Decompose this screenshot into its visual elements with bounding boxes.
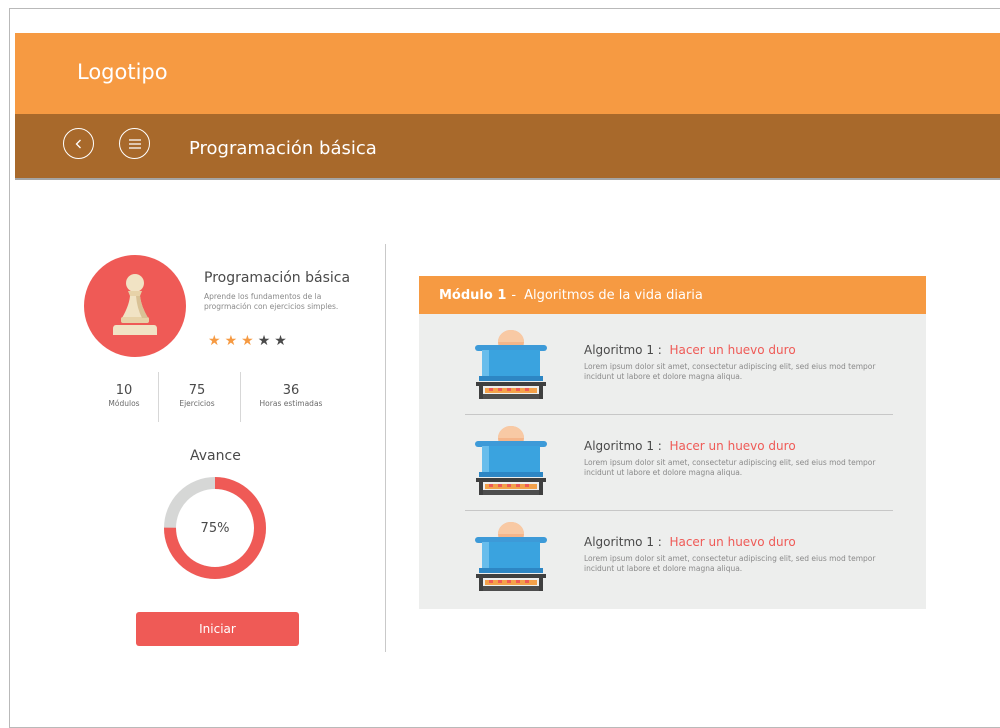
algorithm-item[interactable]: Algoritmo 1 : Hacer un huevo duro Lorem … <box>465 328 895 424</box>
algorithm-prefix: Algoritmo 1 : <box>584 439 662 453</box>
module-name: Algoritmos de la vida diaria <box>524 287 703 303</box>
pot-egg-stove-icon <box>475 330 547 399</box>
star-filled-icon: ★ <box>208 333 221 349</box>
module-separator: - <box>511 287 517 303</box>
module-panel: Módulo 1 - Algoritmos de la vida diaria … <box>419 276 926 609</box>
algorithm-divider <box>465 510 893 511</box>
algorithm-name[interactable]: Hacer un huevo duro <box>669 439 795 453</box>
algorithm-description: Lorem ipsum dolor sit amet, consectetur … <box>584 362 876 381</box>
logo[interactable]: Logotipo <box>77 60 168 84</box>
pot-egg-stove-icon <box>475 522 547 591</box>
menu-button[interactable] <box>119 128 150 159</box>
module-number: Módulo 1 <box>439 287 507 303</box>
menu-icon <box>128 138 141 149</box>
rating-stars: ★ ★ ★ ★ ★ <box>208 334 287 348</box>
stat-value: 75 <box>188 383 206 398</box>
algorithm-name[interactable]: Hacer un huevo duro <box>669 343 795 357</box>
stat-exercises: 75 Ejercicios <box>164 383 230 409</box>
top-header: Logotipo <box>15 33 1000 114</box>
course-avatar <box>84 255 186 357</box>
algorithm-divider <box>465 414 893 415</box>
pot-egg-stove-icon <box>475 426 547 495</box>
star-empty-icon: ★ <box>257 333 271 349</box>
column-divider <box>385 244 386 652</box>
algorithm-title: Algoritmo 1 : Hacer un huevo duro <box>584 343 796 357</box>
algorithm-title: Algoritmo 1 : Hacer un huevo duro <box>584 535 796 549</box>
back-button[interactable] <box>63 128 94 159</box>
chevron-left-icon <box>75 139 81 148</box>
start-button[interactable]: Iniciar <box>136 612 299 646</box>
module-header[interactable]: Módulo 1 - Algoritmos de la vida diaria <box>419 276 926 314</box>
star-filled-icon: ★ <box>224 333 238 349</box>
stat-label: Ejercicios <box>179 399 215 408</box>
algorithm-name[interactable]: Hacer un huevo duro <box>669 535 795 549</box>
stat-divider <box>158 372 159 422</box>
algorithm-description: Lorem ipsum dolor sit amet, consectetur … <box>584 554 876 573</box>
progress-percent: 75% <box>200 520 230 536</box>
stat-hours: 36 Horas estimadas <box>246 383 336 409</box>
page-title: Programación básica <box>189 138 377 159</box>
stat-value: 36 <box>282 383 300 398</box>
star-empty-icon: ★ <box>274 333 287 349</box>
stat-label: Horas estimadas <box>259 399 323 408</box>
stat-label: Módulos <box>108 399 140 408</box>
pawn-icon <box>113 274 157 335</box>
algorithm-description: Lorem ipsum dolor sit amet, consectetur … <box>584 458 876 477</box>
star-filled-icon: ★ <box>241 333 254 349</box>
algorithm-title: Algoritmo 1 : Hacer un huevo duro <box>584 439 796 453</box>
course-description: Aprende los fundamentos de la progrmació… <box>204 292 339 311</box>
stat-value: 10 <box>115 383 133 398</box>
stat-modules: 10 Módulos <box>100 383 148 409</box>
algorithm-item[interactable]: Algoritmo 1 : Hacer un huevo duro Lorem … <box>465 424 895 520</box>
stat-divider <box>240 372 241 422</box>
progress-label: Avance <box>190 448 241 464</box>
algorithm-prefix: Algoritmo 1 : <box>584 343 662 357</box>
nav-bar: Programación básica <box>15 114 1000 180</box>
course-title: Programación básica <box>204 270 351 286</box>
algorithm-item[interactable]: Algoritmo 1 : Hacer un huevo duro Lorem … <box>465 520 895 616</box>
algorithm-prefix: Algoritmo 1 : <box>584 535 662 549</box>
